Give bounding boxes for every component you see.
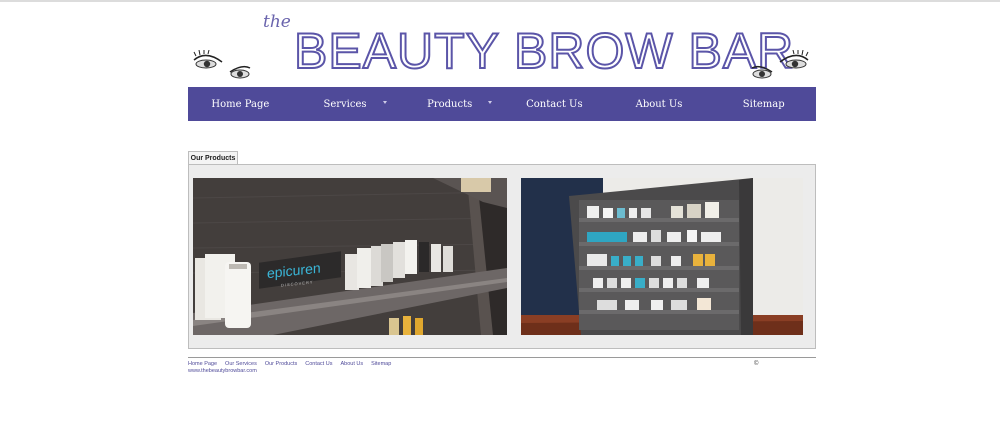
footer-link-our-products[interactable]: Our Products xyxy=(265,361,297,367)
site-header: the BEAUTY BROW BAR xyxy=(188,8,816,86)
footer-link-contact-us[interactable]: Contact Us xyxy=(305,361,332,367)
left-eye-icon xyxy=(193,50,251,79)
nav-products[interactable]: Products xyxy=(397,87,502,121)
chevron-down-icon xyxy=(383,101,388,104)
footer-divider xyxy=(188,357,816,358)
nav-contact-us[interactable]: Contact Us xyxy=(502,87,607,121)
copyright: © xyxy=(754,361,759,367)
footer-url[interactable]: www.thebeautybrowbar.com xyxy=(188,368,257,374)
nav-home-page[interactable]: Home Page xyxy=(188,87,293,121)
chevron-down-icon xyxy=(488,101,493,104)
nav-services[interactable]: Services xyxy=(293,87,398,121)
main-nav: Home Page Services Products Contact Us A… xyxy=(188,87,816,121)
top-border xyxy=(0,0,1000,2)
product-shelf-photo[interactable]: epicuren DISCOVERY xyxy=(193,178,507,335)
footer-link-about-us[interactable]: About Us xyxy=(340,361,363,367)
footer-link-our-services[interactable]: Our Services xyxy=(225,361,257,367)
logo-the: the xyxy=(263,12,291,32)
nav-sitemap[interactable]: Sitemap xyxy=(711,87,816,121)
tab-our-products[interactable]: Our Products xyxy=(188,151,238,165)
footer-link-home-page[interactable]: Home Page xyxy=(188,361,217,367)
shelving-unit-photo[interactable] xyxy=(521,178,803,335)
logo-text: BEAUTY BROW BAR xyxy=(293,23,795,79)
footer-link-sitemap[interactable]: Sitemap xyxy=(371,361,391,367)
footer-links: Home Page Our Services Our Products Cont… xyxy=(188,361,391,367)
products-panel: epicuren DISCOVERY xyxy=(188,164,816,349)
nav-about-us[interactable]: About Us xyxy=(607,87,712,121)
right-eye-icon xyxy=(751,50,809,79)
